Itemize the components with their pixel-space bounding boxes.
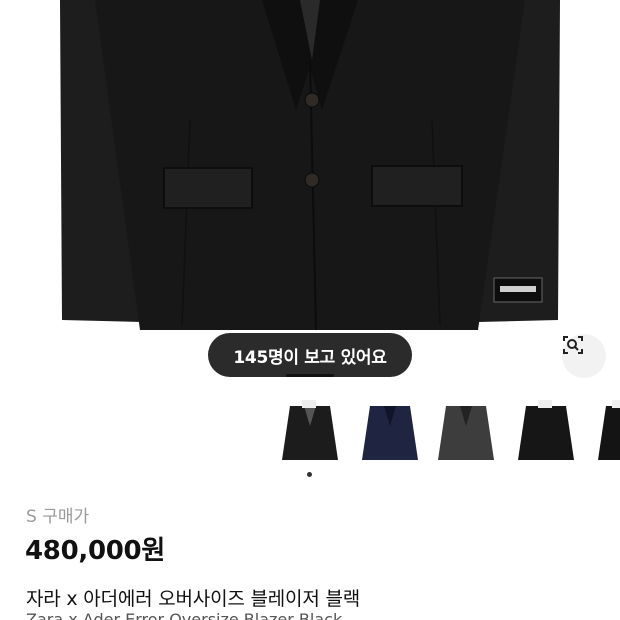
price-label: S 구매가	[26, 507, 90, 527]
product-image[interactable]: 145명이 보고 있어요	[0, 0, 620, 392]
thumbnail-5[interactable]	[588, 396, 620, 468]
product-title: 자라 x 아더에러 오버사이즈 블레이저 블랙	[26, 588, 361, 610]
thumbnail-jacket-icon	[362, 406, 418, 460]
thumbnail-1[interactable]	[272, 396, 348, 468]
thumbnail-active-dot	[307, 472, 312, 477]
product-subtitle: Zara x Ader Error Oversize Blazer Black	[26, 612, 606, 620]
price-value: 480,000원	[25, 536, 165, 566]
image-search-icon	[563, 336, 583, 354]
viewers-badge-text: 145명이 보고 있어요	[233, 347, 387, 368]
thumbnail-jacket-icon	[282, 400, 338, 460]
thumbnail-jacket-icon	[598, 400, 620, 460]
viewers-badge: 145명이 보고 있어요	[208, 333, 412, 377]
thumbnail-3[interactable]	[428, 396, 504, 468]
thumbnail-jacket-icon	[518, 400, 574, 460]
thumbnail-4[interactable]	[508, 396, 584, 468]
carousel-indicator	[286, 374, 334, 377]
thumbnail-2[interactable]	[352, 396, 428, 468]
thumbnail-jacket-icon	[438, 406, 494, 460]
thumbnail-strip	[272, 396, 620, 468]
image-search-button[interactable]	[562, 334, 606, 378]
